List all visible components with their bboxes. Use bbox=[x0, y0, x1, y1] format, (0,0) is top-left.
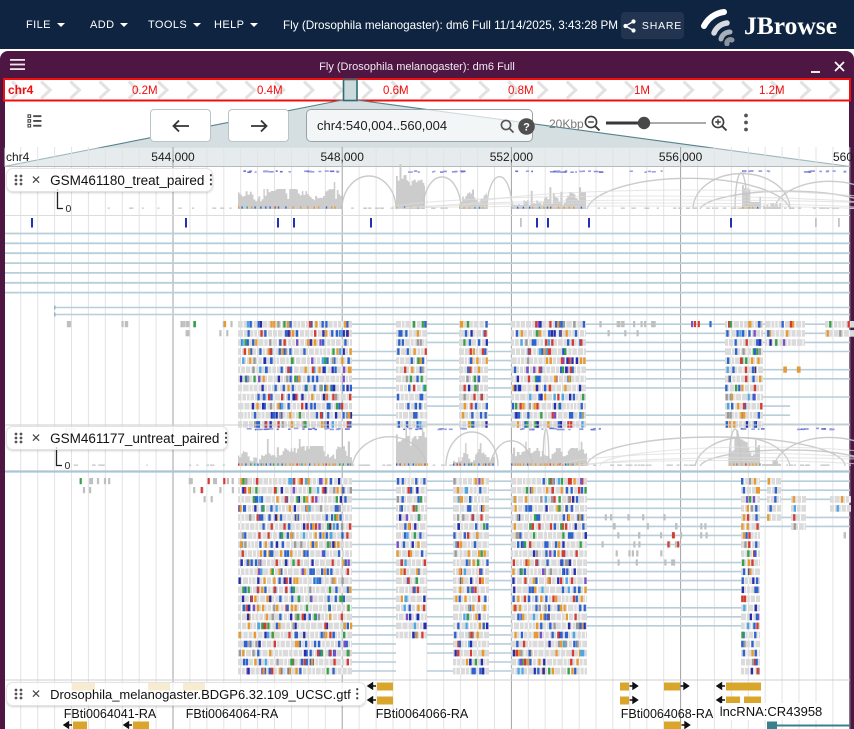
svg-text:?: ? bbox=[523, 122, 530, 134]
